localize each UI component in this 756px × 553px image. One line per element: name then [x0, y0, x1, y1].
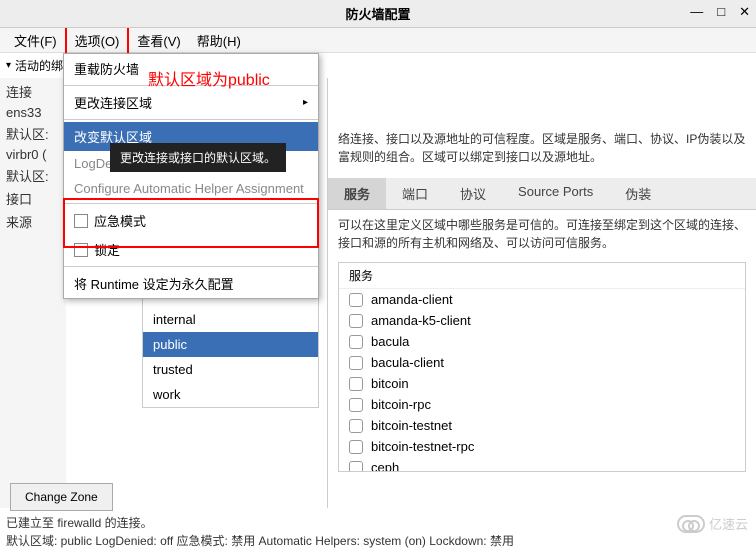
zone-work[interactable]: work	[143, 382, 318, 407]
conn-virbr0[interactable]: virbr0 (	[6, 147, 66, 162]
separator	[64, 203, 318, 204]
change-zone-button[interactable]: Change Zone	[10, 483, 113, 511]
menu-change-conn-zone[interactable]: 更改连接区域	[64, 88, 318, 117]
zone-trusted[interactable]: trusted	[143, 357, 318, 382]
menu-auto-helper[interactable]: Configure Automatic Helper Assignment	[64, 176, 318, 201]
watermark: 亿速云	[677, 514, 748, 533]
zone-internal[interactable]: internal	[143, 307, 318, 332]
default-zone-2: 默认区:	[6, 166, 66, 185]
status-bar: 默认区域: public LogDenied: off 应急模式: 禁用 Aut…	[6, 532, 514, 549]
svc-bacula[interactable]: bacula	[339, 331, 745, 352]
checkbox-icon[interactable]	[349, 440, 363, 454]
svc-bacula-client[interactable]: bacula-client	[339, 352, 745, 373]
titlebar: 防火墙配置 — □ ✕	[0, 0, 756, 28]
checkbox-icon[interactable]	[349, 419, 363, 433]
menu-options[interactable]: 选项(O)	[65, 26, 130, 55]
svc-ceph[interactable]: ceph	[339, 457, 745, 472]
status-connection: 已建立至 firewalld 的连接。	[6, 514, 153, 531]
menu-panic-mode[interactable]: 应急模式	[64, 206, 318, 235]
svc-bitcoin-testnet-rpc[interactable]: bitcoin-testnet-rpc	[339, 436, 745, 457]
menu-runtime-to-permanent[interactable]: 将 Runtime 设定为永久配置	[64, 269, 318, 298]
tooltip: 更改连接或接口的默认区域。	[110, 143, 286, 172]
checkbox-icon[interactable]	[349, 293, 363, 307]
zone-public[interactable]: public	[143, 332, 318, 357]
menu-help[interactable]: 帮助(H)	[189, 28, 249, 53]
default-zone-1: 默认区:	[6, 124, 66, 143]
close-button[interactable]: ✕	[739, 4, 750, 20]
window-title: 防火墙配置	[345, 4, 410, 23]
maximize-button[interactable]: □	[717, 4, 725, 20]
checkbox-icon[interactable]	[349, 314, 363, 328]
zone-description: 络连接、接口以及源地址的可信程度。区域是服务、端口、协议、IP伪装以及富规则的组…	[328, 78, 756, 172]
menu-lockdown[interactable]: 锁定	[64, 235, 318, 264]
checkbox-icon[interactable]	[349, 377, 363, 391]
svc-bitcoin[interactable]: bitcoin	[339, 373, 745, 394]
tab-description: 可以在这里定义区域中哪些服务是可信的。可连接至绑定到这个区域的连接、接口和源的所…	[328, 210, 756, 258]
watermark-icon	[677, 515, 705, 533]
menu-view[interactable]: 查看(V)	[129, 28, 188, 53]
svc-amanda-k5-client[interactable]: amanda-k5-client	[339, 310, 745, 331]
tabstrip: 服务 端口 协议 Source Ports 伪装	[328, 178, 756, 210]
checkbox-icon[interactable]	[349, 335, 363, 349]
svc-bitcoin-rpc[interactable]: bitcoin-rpc	[339, 394, 745, 415]
svc-amanda-client[interactable]: amanda-client	[339, 289, 745, 310]
services-header: 服务	[339, 263, 745, 289]
annotation-text: 默认区域为public	[148, 66, 270, 90]
tab-ports[interactable]: 端口	[386, 178, 444, 209]
services-list: 服务 amanda-client amanda-k5-client bacula…	[338, 262, 746, 472]
conn-label: 连接	[6, 82, 66, 101]
right-panel: 络连接、接口以及源地址的可信程度。区域是服务、端口、协议、IP伪装以及富规则的组…	[328, 78, 756, 508]
conn-ens33[interactable]: ens33	[6, 105, 66, 120]
tab-masquerade[interactable]: 伪装	[609, 178, 667, 209]
svc-bitcoin-testnet[interactable]: bitcoin-testnet	[339, 415, 745, 436]
tab-source-ports[interactable]: Source Ports	[502, 178, 609, 209]
checkbox-icon[interactable]	[349, 461, 363, 473]
minimize-button[interactable]: —	[690, 4, 703, 20]
separator	[64, 266, 318, 267]
left-panel: 连接 ens33 默认区: virbr0 ( 默认区: 接口 来源	[0, 78, 66, 508]
menu-file[interactable]: 文件(F)	[6, 28, 65, 53]
checkbox-icon[interactable]	[349, 398, 363, 412]
sources-label: 来源	[6, 212, 66, 231]
interfaces-label: 接口	[6, 189, 66, 208]
checkbox-icon[interactable]	[349, 356, 363, 370]
tab-protocols[interactable]: 协议	[444, 178, 502, 209]
tab-services[interactable]: 服务	[328, 178, 386, 209]
separator	[64, 119, 318, 120]
menubar: 文件(F) 选项(O) 查看(V) 帮助(H)	[0, 28, 756, 53]
